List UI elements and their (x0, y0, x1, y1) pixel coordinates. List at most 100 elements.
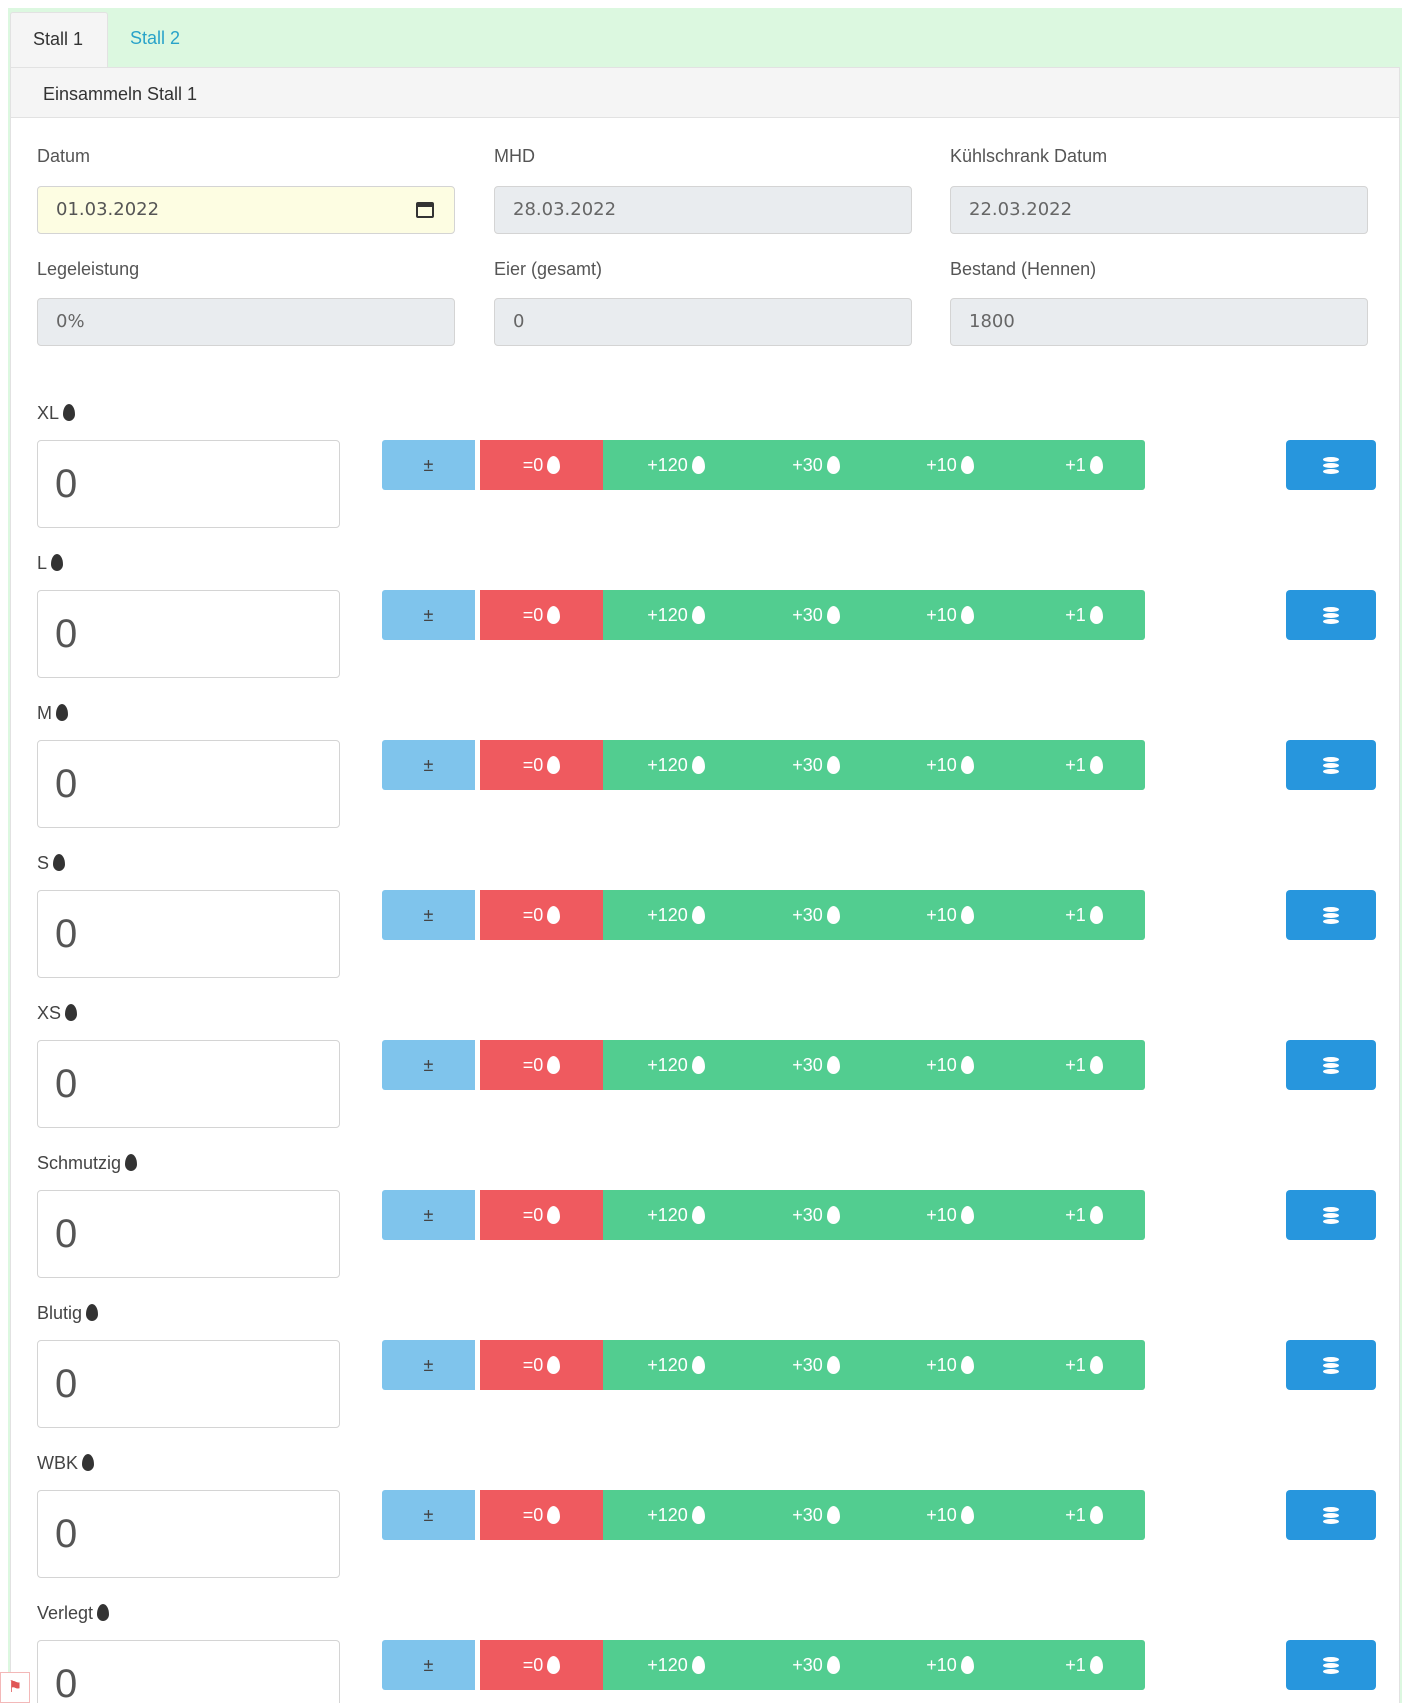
mhd-label: MHD (494, 146, 535, 166)
toggle-sign-button[interactable]: ± (382, 1490, 475, 1540)
add-1-button[interactable]: +1 (1017, 890, 1151, 940)
egg-icon (826, 1656, 840, 1674)
add-10-button[interactable]: +10 (883, 1190, 1017, 1240)
count-input-schmutzig[interactable]: 0 (37, 1190, 340, 1278)
reset-button[interactable]: =0 (480, 890, 603, 940)
toggle-sign-button[interactable]: ± (382, 1640, 475, 1690)
toggle-sign-button[interactable]: ± (382, 1040, 475, 1090)
calendar-icon[interactable] (416, 202, 434, 218)
save-button[interactable] (1286, 740, 1376, 790)
toggle-sign-button[interactable]: ± (382, 890, 475, 940)
tab-stall-2[interactable]: Stall 2 (108, 12, 202, 68)
reset-button[interactable]: =0 (480, 1040, 603, 1090)
add-1-button[interactable]: +1 (1017, 1640, 1151, 1690)
reset-button[interactable]: =0 (480, 440, 603, 490)
add-1-label: +1 (1065, 1055, 1086, 1075)
add-30-button[interactable]: +30 (749, 1490, 883, 1540)
debug-icon[interactable]: ⚑ (0, 1672, 30, 1703)
add-10-button[interactable]: +10 (883, 1040, 1017, 1090)
egg-icon (960, 756, 974, 774)
count-input-blutig[interactable]: 0 (37, 1340, 340, 1428)
save-button[interactable] (1286, 1640, 1376, 1690)
save-button[interactable] (1286, 890, 1376, 940)
add-30-button[interactable]: +30 (749, 740, 883, 790)
toggle-sign-button[interactable]: ± (382, 590, 475, 640)
save-button[interactable] (1286, 1190, 1376, 1240)
reset-button[interactable]: =0 (480, 590, 603, 640)
reset-button[interactable]: =0 (480, 1340, 603, 1390)
add-10-button[interactable]: +10 (883, 1340, 1017, 1390)
count-input-xl[interactable]: 0 (37, 440, 340, 528)
egg-icon (826, 1056, 840, 1074)
add-30-button[interactable]: +30 (749, 1640, 883, 1690)
add-30-button[interactable]: +30 (749, 440, 883, 490)
save-button[interactable] (1286, 590, 1376, 640)
egg-icon (547, 756, 561, 774)
add-1-label: +1 (1065, 1655, 1086, 1675)
add-120-button[interactable]: +120 (603, 740, 749, 790)
add-30-button[interactable]: +30 (749, 890, 883, 940)
datum-input[interactable]: 01.03.2022 (37, 186, 455, 234)
toggle-sign-button[interactable]: ± (382, 440, 475, 490)
add-120-button[interactable]: +120 (603, 1490, 749, 1540)
egg-icon (691, 1356, 705, 1374)
add-1-button[interactable]: +1 (1017, 1490, 1151, 1540)
category-label-verlegt: Verlegt (37, 1603, 110, 1624)
add-button-group: +120 +30 +10 +1 (603, 1190, 1145, 1240)
save-button[interactable] (1286, 1490, 1376, 1540)
add-120-button[interactable]: +120 (603, 1340, 749, 1390)
add-10-button[interactable]: +10 (883, 590, 1017, 640)
add-10-button[interactable]: +10 (883, 890, 1017, 940)
count-input-wbk[interactable]: 0 (37, 1490, 340, 1578)
add-button-group: +120 +30 +10 +1 (603, 1040, 1145, 1090)
add-10-button[interactable]: +10 (883, 740, 1017, 790)
save-button[interactable] (1286, 440, 1376, 490)
add-1-button[interactable]: +1 (1017, 590, 1151, 640)
add-10-button[interactable]: +10 (883, 440, 1017, 490)
add-1-button[interactable]: +1 (1017, 740, 1151, 790)
add-1-label: +1 (1065, 755, 1086, 775)
add-30-label: +30 (792, 1205, 823, 1225)
save-button[interactable] (1286, 1340, 1376, 1390)
count-input-m[interactable]: 0 (37, 740, 340, 828)
add-10-button[interactable]: +10 (883, 1490, 1017, 1540)
reset-button[interactable]: =0 (480, 1640, 603, 1690)
add-120-button[interactable]: +120 (603, 590, 749, 640)
toggle-sign-button[interactable]: ± (382, 1190, 475, 1240)
reset-button[interactable]: =0 (480, 1490, 603, 1540)
add-30-button[interactable]: +30 (749, 1340, 883, 1390)
egg-icon (691, 1656, 705, 1674)
toggle-sign-button[interactable]: ± (382, 740, 475, 790)
add-1-button[interactable]: +1 (1017, 1190, 1151, 1240)
add-1-button[interactable]: +1 (1017, 440, 1151, 490)
toggle-sign-button[interactable]: ± (382, 1340, 475, 1390)
count-input-xs[interactable]: 0 (37, 1040, 340, 1128)
reset-label: =0 (522, 1055, 544, 1075)
reset-button[interactable]: =0 (480, 1190, 603, 1240)
save-button[interactable] (1286, 1040, 1376, 1090)
add-30-label: +30 (792, 905, 823, 925)
egg-icon (547, 456, 561, 474)
add-10-label: +10 (926, 1355, 957, 1375)
add-10-label: +10 (926, 755, 957, 775)
add-30-button[interactable]: +30 (749, 1040, 883, 1090)
add-120-button[interactable]: +120 (603, 1190, 749, 1240)
reset-button[interactable]: =0 (480, 740, 603, 790)
add-120-button[interactable]: +120 (603, 890, 749, 940)
count-input-l[interactable]: 0 (37, 590, 340, 678)
category-label-xl: XL (37, 403, 76, 424)
tab-stall-1[interactable]: Stall 1 (10, 12, 108, 68)
add-120-button[interactable]: +120 (603, 440, 749, 490)
add-1-button[interactable]: +1 (1017, 1340, 1151, 1390)
add-10-button[interactable]: +10 (883, 1640, 1017, 1690)
egg-icon (1089, 606, 1103, 624)
add-30-button[interactable]: +30 (749, 1190, 883, 1240)
add-1-button[interactable]: +1 (1017, 1040, 1151, 1090)
count-input-s[interactable]: 0 (37, 890, 340, 978)
add-30-button[interactable]: +30 (749, 590, 883, 640)
add-120-button[interactable]: +120 (603, 1040, 749, 1090)
reset-label: =0 (522, 455, 544, 475)
add-button-group: +120 +30 +10 +1 (603, 890, 1145, 940)
count-input-verlegt[interactable]: 0 (37, 1640, 340, 1703)
add-120-button[interactable]: +120 (603, 1640, 749, 1690)
